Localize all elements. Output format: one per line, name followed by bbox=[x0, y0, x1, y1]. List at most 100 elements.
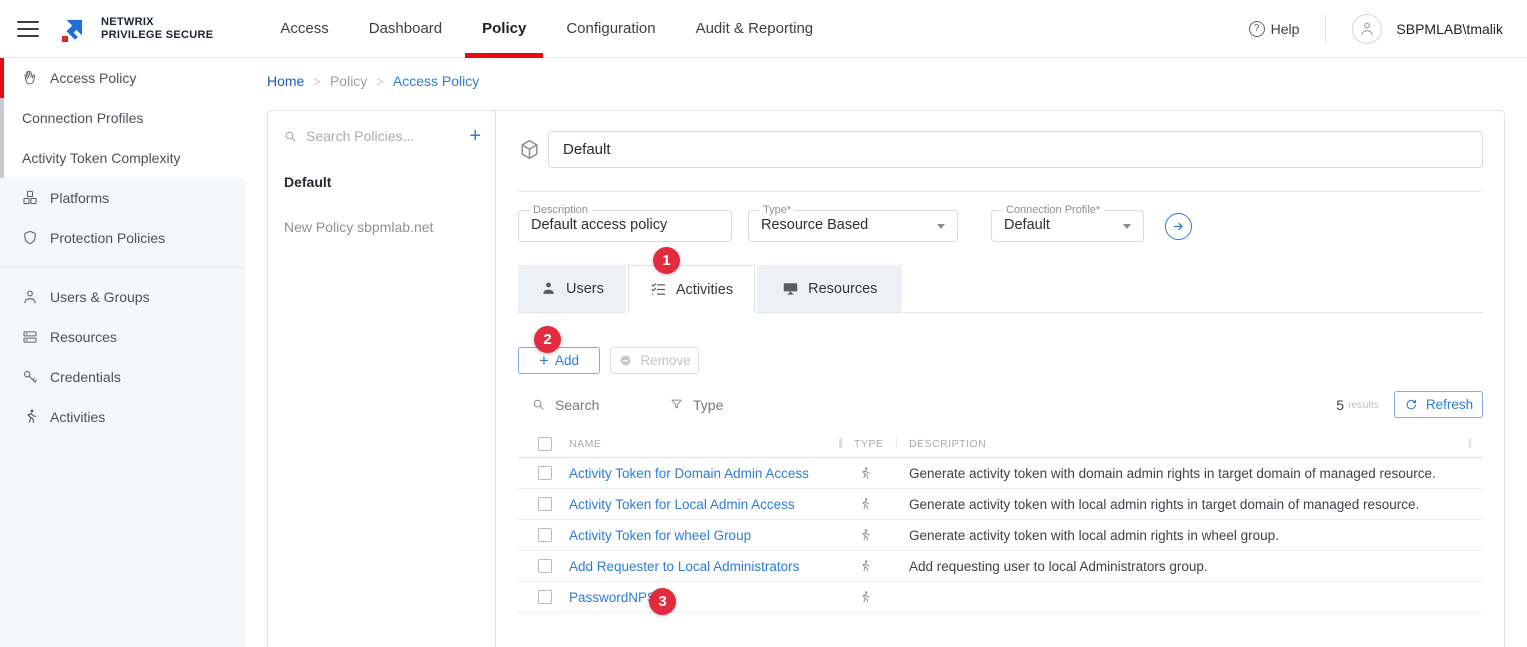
activity-description: Generate activity token with local admin… bbox=[909, 528, 1483, 543]
type-select[interactable]: Type* Resource Based bbox=[748, 204, 958, 242]
row-checkbox[interactable] bbox=[538, 590, 552, 604]
nav-configuration[interactable]: Configuration bbox=[546, 0, 675, 58]
row-checkbox[interactable] bbox=[538, 466, 552, 480]
nav-access[interactable]: Access bbox=[260, 0, 348, 58]
row-checkbox[interactable] bbox=[538, 528, 552, 542]
sidebar-item-users-groups[interactable]: Users & Groups bbox=[0, 277, 245, 317]
table-row: Add Requester to Local Administrators Ad… bbox=[518, 551, 1483, 582]
user-icon bbox=[1358, 20, 1376, 38]
submit-arrow-button[interactable] bbox=[1165, 213, 1192, 240]
activity-description: Generate activity token with local admin… bbox=[909, 497, 1483, 512]
minus-circle-icon bbox=[618, 353, 633, 368]
row-checkbox[interactable] bbox=[538, 559, 552, 573]
shield-icon bbox=[21, 229, 39, 247]
nav-dashboard[interactable]: Dashboard bbox=[349, 0, 462, 58]
refresh-button-label: Refresh bbox=[1426, 397, 1473, 412]
sidebar-item-protection-policies[interactable]: Protection Policies bbox=[0, 218, 245, 258]
field-value: Resource Based bbox=[761, 216, 945, 234]
breadcrumb-access-policy[interactable]: Access Policy bbox=[393, 73, 479, 89]
divider bbox=[518, 191, 1483, 192]
sidebar-item-label: Activity Token Complexity bbox=[22, 150, 180, 166]
group-indicator bbox=[0, 138, 4, 178]
column-header-description[interactable]: DESCRIPTION bbox=[909, 438, 1483, 450]
cubes-icon bbox=[21, 189, 39, 207]
menu-icon[interactable] bbox=[17, 21, 39, 37]
topbar: NETWRIX PRIVILEGE SECURE Access Dashboar… bbox=[0, 0, 1527, 58]
policy-form: Description Default access policy Type* … bbox=[496, 111, 1504, 647]
help-button[interactable]: ? Help bbox=[1249, 21, 1300, 37]
hand-icon bbox=[21, 69, 39, 87]
tab-label: Activities bbox=[676, 282, 733, 298]
help-icon: ? bbox=[1249, 21, 1265, 37]
table-row: Activity Token for Local Admin Access Ge… bbox=[518, 489, 1483, 520]
row-checkbox[interactable] bbox=[538, 497, 552, 511]
topbar-divider bbox=[1325, 14, 1326, 44]
activity-link[interactable]: Activity Token for Local Admin Access bbox=[569, 497, 854, 512]
arrow-right-icon bbox=[1170, 218, 1187, 235]
nav-policy[interactable]: Policy bbox=[462, 0, 546, 58]
field-value: Default access policy bbox=[531, 216, 719, 234]
add-button[interactable]: + Add bbox=[518, 347, 600, 374]
sidebar-item-activity-token-complexity[interactable]: Activity Token Complexity bbox=[0, 138, 245, 178]
sidebar-item-label: Connection Profiles bbox=[22, 110, 143, 126]
brand-logo: NETWRIX PRIVILEGE SECURE bbox=[57, 12, 213, 46]
chevron-right-icon: > bbox=[313, 74, 321, 89]
tab-resources[interactable]: Resources bbox=[757, 265, 902, 313]
breadcrumb-home[interactable]: Home bbox=[267, 73, 304, 89]
add-policy-button[interactable]: + bbox=[469, 127, 481, 145]
field-label: Connection Profile* bbox=[1002, 204, 1104, 216]
nav-audit-reporting[interactable]: Audit & Reporting bbox=[676, 0, 834, 58]
tab-users[interactable]: Users bbox=[518, 265, 626, 313]
description-field[interactable]: Description Default access policy bbox=[518, 204, 732, 242]
policy-search-input[interactable] bbox=[306, 128, 436, 144]
sidebar-item-label: Protection Policies bbox=[50, 230, 165, 246]
type-filter[interactable]: Type bbox=[669, 397, 723, 413]
runner-icon bbox=[857, 466, 872, 481]
sidebar: Access Policy Connection Profiles Activi… bbox=[0, 58, 245, 647]
brand-line1: NETWRIX bbox=[101, 16, 213, 29]
field-label: Description bbox=[529, 204, 592, 216]
chevron-right-icon: > bbox=[376, 74, 384, 89]
column-header-name[interactable]: NAME bbox=[569, 438, 854, 450]
runner-icon bbox=[857, 590, 872, 605]
policy-list-item[interactable]: Default bbox=[268, 159, 495, 204]
column-header-type[interactable]: TYPE bbox=[854, 438, 909, 450]
breadcrumb-policy: Policy bbox=[330, 73, 367, 89]
user-icon bbox=[21, 288, 39, 306]
results-count: 5 bbox=[1336, 397, 1344, 413]
select-all-checkbox[interactable] bbox=[538, 437, 552, 451]
tab-activities[interactable]: 1 Activities bbox=[628, 265, 755, 313]
sidebar-item-platforms[interactable]: Platforms bbox=[0, 178, 245, 218]
activity-description: Generate activity token with domain admi… bbox=[909, 466, 1483, 481]
policy-name-input[interactable] bbox=[548, 131, 1483, 168]
runner-icon bbox=[857, 528, 872, 543]
sidebar-item-connection-profiles[interactable]: Connection Profiles bbox=[0, 98, 245, 138]
activity-link[interactable]: Activity Token for wheel Group bbox=[569, 528, 854, 543]
activity-link[interactable]: Add Requester to Local Administrators bbox=[569, 559, 854, 574]
refresh-button[interactable]: Refresh bbox=[1394, 391, 1483, 418]
sidebar-item-label: Users & Groups bbox=[50, 289, 150, 305]
table-search-input[interactable] bbox=[555, 397, 625, 413]
remove-button[interactable]: Remove bbox=[610, 347, 699, 374]
tab-strip-filler bbox=[904, 265, 1483, 313]
connection-profile-select[interactable]: Connection Profile* Default bbox=[991, 204, 1144, 242]
group-indicator bbox=[0, 98, 4, 138]
activities-table: NAME TYPE DESCRIPTION Activity Token for… bbox=[518, 430, 1483, 613]
sidebar-item-label: Resources bbox=[50, 329, 117, 345]
table-row: PasswordNPS 3 bbox=[518, 582, 1483, 613]
sidebar-item-access-policy[interactable]: Access Policy bbox=[0, 58, 245, 98]
sidebar-item-credentials[interactable]: Credentials bbox=[0, 357, 245, 397]
step-badge-2: 2 bbox=[534, 326, 561, 353]
sidebar-item-activities[interactable]: Activities bbox=[0, 397, 245, 437]
fields-row: Description Default access policy Type* … bbox=[518, 204, 1483, 242]
avatar[interactable] bbox=[1352, 14, 1382, 44]
table-search[interactable] bbox=[531, 397, 625, 413]
search-icon bbox=[531, 397, 546, 412]
activity-link[interactable]: PasswordNPS bbox=[569, 590, 854, 605]
sidebar-item-resources[interactable]: Resources bbox=[0, 317, 245, 357]
tab-label: Resources bbox=[808, 281, 877, 297]
activity-link[interactable]: Activity Token for Domain Admin Access bbox=[569, 466, 854, 481]
policy-list-item[interactable]: New Policy sbpmlab.net bbox=[268, 204, 495, 249]
table-row: Activity Token for wheel Group Generate … bbox=[518, 520, 1483, 551]
policy-list-panel: + Default New Policy sbpmlab.net bbox=[268, 111, 496, 647]
